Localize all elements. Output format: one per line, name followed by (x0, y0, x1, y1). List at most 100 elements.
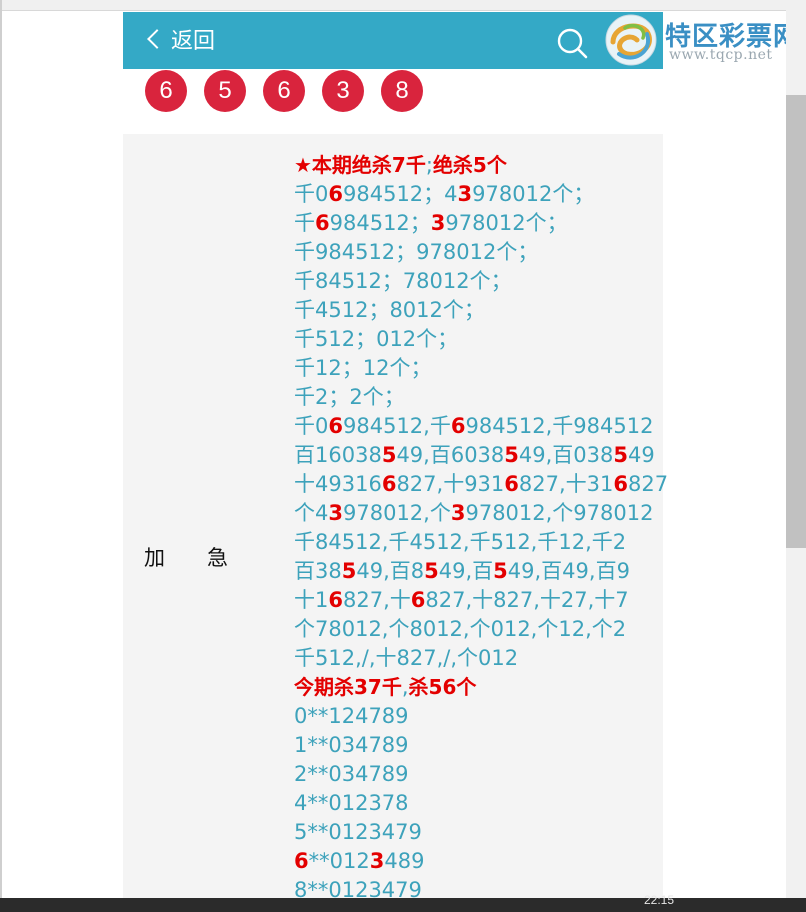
content-line: 个78012,个8012,个012,个12,个2 (294, 615, 654, 644)
content-text: 49 (628, 443, 655, 467)
content-text: 2**034789 (294, 762, 409, 786)
content-line: 千4512；8012个； (294, 296, 654, 325)
content-line: 千2；2个； (294, 383, 654, 412)
content-line: 千984512；978012个； (294, 238, 654, 267)
content-text: 984512,千 (343, 414, 451, 438)
logo-swirl-icon (605, 14, 657, 66)
content-text: 千84512,千4512,千512,千12,千2 (294, 530, 627, 554)
scrollbar-thumb[interactable] (786, 95, 806, 548)
content-text: 978012,个978012 (465, 501, 654, 525)
content-line: 十16827,十6827,十827,十27,十7 (294, 586, 654, 615)
content-text: 49,百038 (518, 443, 614, 467)
content-line: 4**012378 (294, 789, 654, 818)
content-text: 百38 (294, 559, 342, 583)
content-text: ; (425, 153, 433, 177)
highlight-digit: 6 (410, 588, 426, 612)
highlight-digit: 6 (315, 211, 330, 235)
content-text: 个4 (294, 501, 329, 525)
content-line: 十493166827,十9316827,十316827 (294, 470, 668, 499)
content-line: 个43978012,个3978012,个978012 (294, 499, 654, 528)
content-text: 千84512；78012个； (294, 269, 512, 293)
content-line: 5**0123479 (294, 818, 654, 847)
highlight-digit: 5 (341, 559, 357, 583)
content-line: 6**0123489 (294, 847, 654, 876)
result-ball: 6 (263, 70, 305, 112)
search-icon[interactable] (556, 27, 588, 59)
content-text: 827,十827,十27,十7 (425, 588, 629, 612)
content-text: 1**034789 (294, 733, 409, 757)
content-text: 千 (294, 211, 315, 235)
result-ball: 6 (145, 70, 187, 112)
highlight-digit: 6 (450, 414, 466, 438)
highlight-digit: 6 (613, 472, 629, 496)
content-line: 1**034789 (294, 731, 654, 760)
content-line: 千06984512,千6984512,千984512 (294, 412, 654, 441)
highlight-digit: 6 (381, 472, 397, 496)
prediction-text: ★本期绝杀7千;绝杀5个 千06984512；43978012个； 千6984512… (294, 151, 668, 905)
content-line: 2**034789 (294, 760, 654, 789)
highlight-digit: 5 (613, 443, 629, 467)
highlight-digit: 3 (430, 211, 446, 235)
content-line: 0**124789 (294, 702, 654, 731)
highlight-digit: 6 (328, 588, 343, 612)
content-text: 千0 (294, 414, 329, 438)
content-text: **012 (308, 849, 370, 873)
result-ball: 8 (381, 70, 423, 112)
site-logo[interactable]: 特区彩票网 www.tqcp.net (603, 12, 806, 68)
content-text: 千984512；978012个； (294, 240, 539, 264)
content-text: 个78012,个8012,个012,个12,个2 (294, 617, 627, 641)
highlight-digit: 5 (504, 443, 519, 467)
content-line: 千512；012个； (294, 325, 654, 354)
highlight-digit: 6 (328, 414, 343, 438)
content-line: 百16038549,百6038549,百038549 (294, 441, 655, 470)
highlight-digit: 6 (294, 849, 309, 873)
window-top-strip (0, 0, 806, 11)
content-text: 827,十31 (518, 472, 614, 496)
taskbar-clock: 22:15 (644, 893, 675, 907)
content-text: 984512,千984512 (465, 414, 654, 438)
content-heading: ★本期绝杀7千 (294, 153, 426, 177)
content-text: 984512； (329, 211, 431, 235)
highlight-digit: 5 (493, 559, 508, 583)
content-line: 千06984512；43978012个； (294, 180, 654, 209)
content-line: 千84512；78012个； (294, 267, 654, 296)
content-text: 千0 (294, 182, 329, 206)
highlight-digit: 3 (369, 849, 385, 873)
highlight-digit: 5 (424, 559, 439, 583)
highlight-digit: 3 (457, 182, 473, 206)
result-ball: 3 (322, 70, 364, 112)
content-text: 49,百6038 (396, 443, 505, 467)
content-text: 千2；2个； (294, 385, 405, 409)
result-ball: 5 (204, 70, 246, 112)
highlight-digit: 6 (328, 182, 343, 206)
taskbar: 22:15 (0, 893, 806, 912)
category-label: 加 急 (144, 546, 228, 570)
logo-url: www.tqcp.net (669, 47, 773, 63)
content-line: ★本期绝杀7千;绝杀5个 (294, 151, 654, 180)
content-text: 千4512；8012个； (294, 298, 485, 322)
highlight-digit: 5 (381, 443, 397, 467)
highlight-digit: 6 (504, 472, 519, 496)
content-text: 49,百8 (356, 559, 425, 583)
content-line: 百38549,百8549,百549,百49,百9 (294, 557, 654, 586)
content-text: 489 (384, 849, 425, 873)
content-text: 千12；12个； (294, 356, 432, 380)
content-text: 十1 (294, 588, 329, 612)
content-text: 百16038 (294, 443, 382, 467)
highlight-digit: 3 (328, 501, 343, 525)
content-text: 0**124789 (294, 704, 409, 728)
content-text: 5**0123479 (294, 820, 422, 844)
highlight-digit: 3 (450, 501, 466, 525)
content-line: 千12；12个； (294, 354, 654, 383)
content-text: 4**012378 (294, 791, 409, 815)
content-text: , (401, 675, 409, 699)
content-text: 十49316 (294, 472, 382, 496)
content-line: 今期杀37千,杀56个 (294, 673, 654, 702)
window-left-border (0, 0, 2, 912)
back-button[interactable]: 返回 (171, 28, 215, 56)
content-text: 827,十 (343, 588, 411, 612)
content-text: 984512；4 (343, 182, 458, 206)
content-text: 978012,个 (343, 501, 451, 525)
content-text: 827 (628, 472, 669, 496)
content-text: 978012个； (445, 211, 568, 235)
